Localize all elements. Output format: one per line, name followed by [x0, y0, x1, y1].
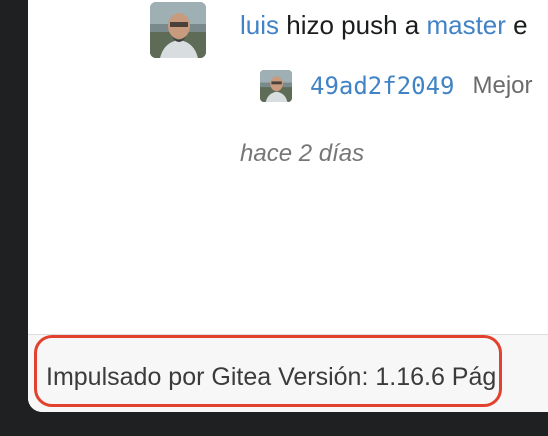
commit-sha-link[interactable]: 49ad2f2049: [310, 72, 455, 100]
push-event-headline: luis hizo push a master e: [240, 10, 528, 41]
avatar-photo-icon: [150, 2, 206, 58]
commit-author-avatar[interactable]: [260, 70, 292, 102]
highlight-annotation: [34, 335, 502, 407]
commit-message: Mejor: [472, 72, 533, 99]
event-timestamp: hace 2 días: [240, 140, 365, 167]
push-action-text: hizo push a: [279, 10, 427, 40]
user-avatar[interactable]: [150, 2, 206, 58]
user-link[interactable]: luis: [240, 10, 279, 40]
commit-row: 49ad2f2049 Mejor: [260, 70, 533, 102]
avatar-photo-icon: [260, 70, 292, 102]
page-footer: Impulsado por Gitea Versión: 1.16.6 Pág: [28, 334, 548, 412]
browser-window: luis hizo push a master e 49ad2f2049 Mej…: [28, 0, 548, 412]
headline-trailing-text: e: [505, 10, 528, 40]
branch-link[interactable]: master: [426, 10, 505, 40]
